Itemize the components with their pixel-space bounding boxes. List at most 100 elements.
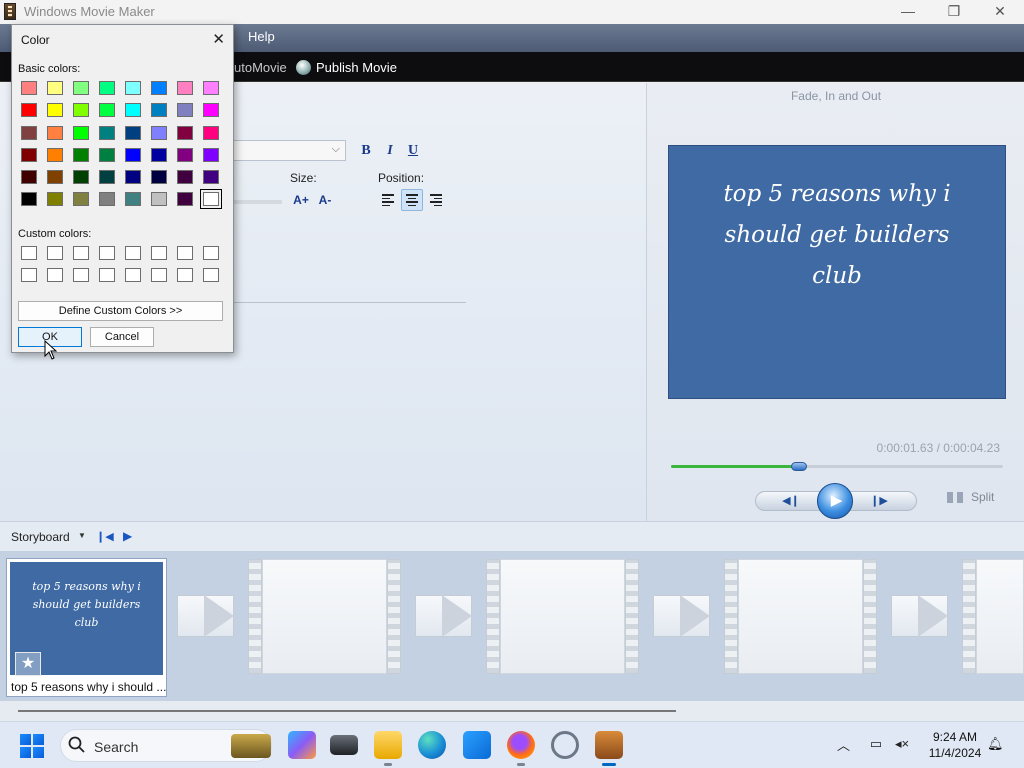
basic-color-swatch[interactable] [73, 192, 89, 207]
network-icon[interactable]: ▭ [867, 736, 885, 752]
basic-color-swatch[interactable] [99, 170, 115, 185]
storyboard-clip[interactable]: top 5 reasons why i should get builders … [6, 558, 167, 697]
notification-bell-icon[interactable]: 🔔︎ [987, 736, 1004, 752]
maximize-button[interactable]: ❐ [931, 0, 977, 24]
basic-color-swatch[interactable] [151, 192, 167, 207]
basic-color-swatch[interactable] [177, 192, 193, 207]
publish-movie-button[interactable]: Publish Movie [296, 58, 397, 76]
basic-color-swatch[interactable] [177, 125, 193, 140]
custom-color-swatch[interactable] [21, 268, 37, 282]
basic-color-swatch[interactable] [151, 125, 167, 140]
basic-color-swatch[interactable] [125, 103, 141, 118]
seek-bar[interactable] [671, 462, 1003, 471]
file-explorer-dark-icon[interactable] [330, 735, 358, 755]
basic-color-swatch[interactable] [99, 103, 115, 118]
clock[interactable]: 9:24 AM 11/4/2024 [920, 729, 990, 761]
basic-color-swatch[interactable] [47, 103, 63, 118]
basic-color-swatch[interactable] [73, 170, 89, 185]
chevron-up-icon[interactable]: ︿ [837, 735, 850, 754]
firefox-icon[interactable] [507, 731, 535, 766]
basic-color-swatch[interactable] [21, 81, 37, 95]
play-icon[interactable]: ▶ [817, 483, 853, 519]
basic-color-swatch[interactable] [73, 81, 89, 95]
next-frame-icon[interactable]: ❙▶ [861, 493, 897, 509]
custom-color-swatch[interactable] [151, 246, 167, 260]
basic-color-swatch[interactable] [21, 125, 37, 140]
custom-color-swatch[interactable] [125, 268, 141, 282]
empty-clip-slot[interactable] [486, 559, 639, 674]
basic-color-swatch[interactable] [177, 170, 193, 185]
chevron-down-icon[interactable]: ▼ [78, 531, 86, 540]
underline-button[interactable]: U [404, 142, 422, 160]
basic-color-swatch[interactable] [125, 81, 141, 95]
custom-color-swatch[interactable] [47, 268, 63, 282]
basic-color-swatch[interactable] [47, 81, 63, 95]
basic-color-swatch[interactable] [125, 125, 141, 140]
font-select[interactable]: ⌵ [232, 140, 346, 161]
basic-color-swatch[interactable] [47, 125, 63, 140]
custom-color-swatch[interactable] [73, 246, 89, 260]
custom-color-swatch[interactable] [177, 268, 193, 282]
transparency-slider[interactable] [234, 200, 282, 204]
basic-color-swatch[interactable] [21, 192, 37, 207]
custom-color-swatch[interactable] [99, 246, 115, 260]
transition-slot[interactable] [415, 595, 472, 637]
sync-icon[interactable] [551, 731, 579, 759]
basic-color-swatch[interactable] [47, 147, 63, 162]
custom-color-swatch[interactable] [21, 246, 37, 260]
custom-color-swatch[interactable] [203, 246, 219, 260]
basic-color-swatch[interactable] [99, 125, 115, 140]
basic-color-swatch[interactable] [151, 103, 167, 118]
file-explorer-icon[interactable] [374, 731, 402, 766]
basic-color-swatch[interactable] [177, 81, 193, 95]
align-left-button[interactable] [377, 189, 399, 211]
storyboard-dropdown[interactable]: Storyboard [11, 530, 70, 544]
basic-color-swatch[interactable] [203, 81, 219, 95]
basic-color-swatch[interactable] [125, 147, 141, 162]
close-window-button[interactable]: ✕ [977, 0, 1023, 24]
basic-color-swatch[interactable] [21, 170, 37, 185]
custom-color-swatch[interactable] [47, 246, 63, 260]
define-custom-colors-button[interactable]: Define Custom Colors >> [18, 301, 223, 321]
basic-color-swatch[interactable] [21, 103, 37, 118]
cancel-button[interactable]: Cancel [90, 327, 154, 347]
basic-color-swatch[interactable] [73, 103, 89, 118]
basic-color-swatch[interactable] [99, 81, 115, 95]
volume-icon[interactable]: ◂× [893, 736, 911, 752]
custom-color-swatch[interactable] [177, 246, 193, 260]
rewind-storyboard-icon[interactable]: ❙◀ [96, 530, 114, 543]
basic-color-swatch[interactable] [47, 192, 63, 207]
scrollbar-thumb[interactable] [18, 710, 676, 712]
empty-clip-slot[interactable] [724, 559, 877, 674]
star-effect-icon[interactable]: ★ [15, 652, 41, 676]
basic-color-swatch[interactable] [151, 81, 167, 95]
play-storyboard-icon[interactable]: ▶ [123, 529, 132, 543]
taskbar-search[interactable]: Search [60, 729, 272, 762]
italic-button[interactable]: I [381, 142, 399, 160]
basic-color-swatch[interactable] [177, 103, 193, 118]
basic-color-swatch[interactable] [203, 170, 219, 185]
previous-frame-icon[interactable]: ◀❙ [773, 493, 809, 509]
basic-color-swatch[interactable] [47, 170, 63, 185]
basic-color-swatch[interactable] [203, 103, 219, 118]
basic-color-swatch[interactable] [177, 147, 193, 162]
align-right-button[interactable] [425, 189, 447, 211]
basic-color-swatch[interactable] [203, 147, 219, 162]
empty-clip-slot[interactable] [962, 559, 1024, 674]
basic-color-swatch[interactable] [99, 147, 115, 162]
seek-thumb[interactable] [790, 462, 807, 471]
basic-color-swatch[interactable] [73, 125, 89, 140]
basic-color-swatch[interactable] [125, 192, 141, 207]
bold-button[interactable]: B [357, 142, 375, 160]
transition-slot[interactable] [653, 595, 710, 637]
align-center-button[interactable] [401, 189, 423, 211]
basic-color-swatch[interactable] [99, 192, 115, 207]
basic-color-swatch[interactable] [151, 170, 167, 185]
basic-color-swatch[interactable] [151, 147, 167, 162]
store-icon[interactable] [463, 731, 491, 759]
custom-color-swatch[interactable] [151, 268, 167, 282]
grow-font-icon[interactable]: A+ [291, 190, 311, 210]
windows-start-icon[interactable] [20, 734, 44, 758]
automovie-button[interactable]: utoMovie [234, 60, 287, 75]
transition-slot[interactable] [177, 595, 234, 637]
